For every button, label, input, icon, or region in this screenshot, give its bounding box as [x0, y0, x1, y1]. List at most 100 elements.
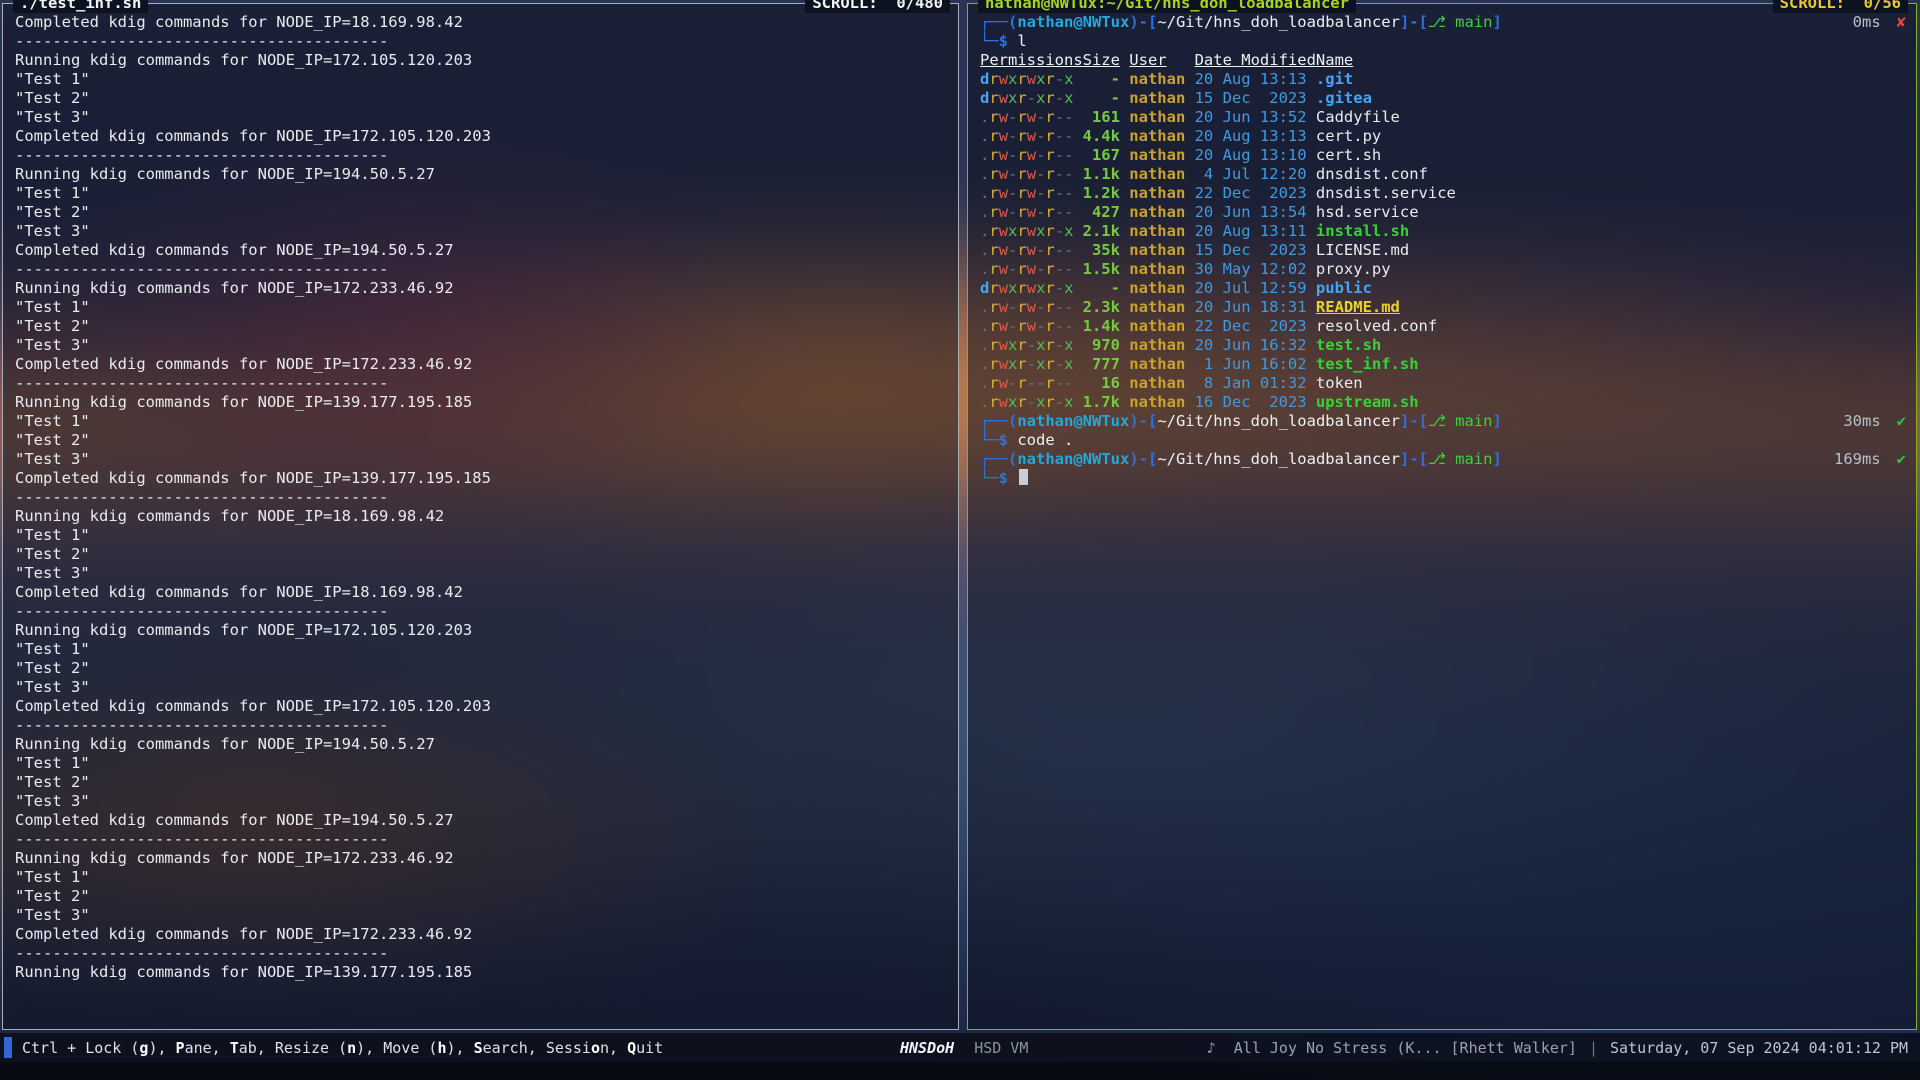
terminal-output-line: Completed kdig commands for NODE_IP=172.… — [15, 925, 948, 944]
terminal-output-line: "Test 1" — [15, 412, 948, 431]
bottom-strip — [0, 1062, 1920, 1080]
file-row: .rw-r--r--16nathan 8 Jan 01:32token — [980, 374, 1906, 393]
statusbar-accent-block — [4, 1037, 12, 1058]
terminal-output-line: "Test 1" — [15, 640, 948, 659]
terminal-output-line: Running kdig commands for NODE_IP=18.169… — [15, 507, 948, 526]
file-row: .rw-rw-r--1.1knathan 4 Jul 12:20dnsdist.… — [980, 165, 1906, 184]
pane-shell[interactable]: nathan@NWTux:~/Git/hns_doh_loadbalancer … — [967, 3, 1917, 1030]
terminal-output-line: Completed kdig commands for NODE_IP=18.1… — [15, 13, 948, 32]
terminal-output-line: "Test 1" — [15, 754, 948, 773]
prompt-header: ┌──(nathan@NWTux)-[~/Git/hns_doh_loadbal… — [980, 450, 1906, 469]
terminal-output-line: ---------------------------------------- — [15, 944, 948, 963]
terminal-output-line: "Test 2" — [15, 659, 948, 678]
clock: Saturday, 07 Sep 2024 04:01:12 PM — [1610, 1039, 1908, 1057]
terminal-output-line: "Test 2" — [15, 203, 948, 222]
status-bar: Ctrl + Lock (g), Pane, Tab, Resize (n), … — [0, 1033, 1920, 1062]
terminal-output-line: Running kdig commands for NODE_IP=172.23… — [15, 279, 948, 298]
scroll-indicator-left: SCROLL: 0/480 — [805, 0, 950, 13]
terminal-output-line: "Test 1" — [15, 184, 948, 203]
success-icon: ✔ — [1897, 450, 1906, 468]
pane-title-right: nathan@NWTux:~/Git/hns_doh_loadbalancer — [978, 0, 1356, 13]
listing-header-row: PermissionsSizeUserDate ModifiedName — [980, 51, 1906, 70]
terminal-output-line: ---------------------------------------- — [15, 374, 948, 393]
terminal-output-left[interactable]: Completed kdig commands for NODE_IP=18.1… — [15, 13, 948, 1023]
terminal-output-line: Completed kdig commands for NODE_IP=194.… — [15, 811, 948, 830]
terminal-output-line: "Test 3" — [15, 906, 948, 925]
terminal-output-line: ---------------------------------------- — [15, 32, 948, 51]
file-row: drwxrwxr-x-nathan20 Aug 13:13.git — [980, 70, 1906, 89]
success-icon: ✔ — [1897, 412, 1906, 430]
terminal-output-line: "Test 2" — [15, 89, 948, 108]
terminal-output-line: ---------------------------------------- — [15, 830, 948, 849]
file-row: .rwxrwxr-x2.1knathan20 Aug 13:11install.… — [980, 222, 1906, 241]
terminal-output-line: "Test 3" — [15, 108, 948, 127]
terminal-output-line: Completed kdig commands for NODE_IP=172.… — [15, 127, 948, 146]
command-duration: 0ms — [1853, 13, 1881, 31]
file-row: .rwxr-xr-x1.7knathan16 Dec 2023upstream.… — [980, 393, 1906, 412]
file-row: .rw-rw-r--1.5knathan30 May 12:02proxy.py — [980, 260, 1906, 279]
terminal-output-line: Running kdig commands for NODE_IP=139.17… — [15, 393, 948, 412]
file-row: .rw-rw-r--167nathan20 Aug 13:10cert.sh — [980, 146, 1906, 165]
terminal-output-line: Completed kdig commands for NODE_IP=194.… — [15, 241, 948, 260]
file-row: .rw-rw-r--1.4knathan22 Dec 2023resolved.… — [980, 317, 1906, 336]
prompt-command: └─$ code . — [980, 431, 1906, 450]
terminal-output-line: ---------------------------------------- — [15, 716, 948, 735]
terminal-output-line: Running kdig commands for NODE_IP=194.50… — [15, 165, 948, 184]
file-row: drwxrwxr-x-nathan20 Jul 12:59public — [980, 279, 1906, 298]
prompt-header: ┌──(nathan@NWTux)-[~/Git/hns_doh_loadbal… — [980, 13, 1906, 32]
terminal-output-line: "Test 2" — [15, 773, 948, 792]
statusbar-right: ♪ All Joy No Stress (K... [Rhett Walker]… — [1207, 1039, 1908, 1057]
terminal-output-line: Running kdig commands for NODE_IP=194.50… — [15, 735, 948, 754]
file-row: drwxr-xr-x-nathan15 Dec 2023.gitea — [980, 89, 1906, 108]
terminal-output-line: "Test 3" — [15, 222, 948, 241]
file-row: .rw-rw-r--161nathan20 Jun 13:52Caddyfile — [980, 108, 1906, 127]
file-row: .rw-rw-r--4.4knathan20 Aug 13:13cert.py — [980, 127, 1906, 146]
terminal-output-line: "Test 3" — [15, 336, 948, 355]
desktop: ./test_inf.sh SCROLL: 0/480 Completed kd… — [0, 0, 1920, 1080]
terminal-output-line: "Test 2" — [15, 545, 948, 564]
file-row: .rw-rw-r--2.3knathan20 Jun 18:31README.m… — [980, 298, 1906, 317]
terminal-output-line: Completed kdig commands for NODE_IP=172.… — [15, 697, 948, 716]
prompt-command: └─$ l — [980, 32, 1906, 51]
terminal-output-line: "Test 3" — [15, 792, 948, 811]
tab-hnsdoh[interactable]: HNSDoH — [900, 1039, 954, 1057]
terminal-output-line: "Test 2" — [15, 317, 948, 336]
file-row: .rwxr-xr-x970nathan20 Jun 16:32test.sh — [980, 336, 1906, 355]
tab-bar: HNSDoH HSD VM — [900, 1039, 1028, 1057]
terminal-output-line: Running kdig commands for NODE_IP=172.10… — [15, 621, 948, 640]
terminal-output-line: Completed kdig commands for NODE_IP=18.1… — [15, 583, 948, 602]
terminal-output-line: "Test 3" — [15, 450, 948, 469]
now-playing: ♪ All Joy No Stress (K... [Rhett Walker] — [1207, 1039, 1577, 1057]
text-cursor — [1019, 469, 1028, 485]
terminal-output-line: "Test 1" — [15, 526, 948, 545]
terminal-output-line: ---------------------------------------- — [15, 260, 948, 279]
pane-title-left: ./test_inf.sh — [13, 0, 148, 13]
terminal-output-line: Running kdig commands for NODE_IP=172.23… — [15, 849, 948, 868]
pane-test-inf-script[interactable]: ./test_inf.sh SCROLL: 0/480 Completed kd… — [2, 3, 959, 1030]
file-row: .rw-rw-r--427nathan20 Jun 13:54hsd.servi… — [980, 203, 1906, 222]
terminal-output-line: Running kdig commands for NODE_IP=139.17… — [15, 963, 948, 982]
prompt-header: ┌──(nathan@NWTux)-[~/Git/hns_doh_loadbal… — [980, 412, 1906, 431]
terminal-output-line: "Test 1" — [15, 298, 948, 317]
terminal-output-line: "Test 3" — [15, 564, 948, 583]
statusbar-separator: | — [1589, 1039, 1598, 1057]
terminal-output-line: "Test 3" — [15, 678, 948, 697]
failure-icon: ✘ — [1897, 13, 1906, 31]
file-listing: PermissionsSizeUserDate ModifiedNamedrwx… — [980, 51, 1906, 412]
terminal-output-line: "Test 2" — [15, 887, 948, 906]
file-row: .rwxr-xr-x777nathan 1 Jun 16:02test_inf.… — [980, 355, 1906, 374]
terminal-output-line: Running kdig commands for NODE_IP=172.10… — [15, 51, 948, 70]
command-duration: 169ms — [1834, 450, 1881, 468]
terminal-output-right[interactable]: ┌──(nathan@NWTux)-[~/Git/hns_doh_loadbal… — [980, 13, 1906, 1023]
tab-hsd-vm[interactable]: HSD VM — [974, 1039, 1028, 1057]
keybind-hints: Ctrl + Lock (g), Pane, Tab, Resize (n), … — [22, 1039, 663, 1057]
scroll-indicator-right: SCROLL: 0/56 — [1773, 0, 1908, 13]
terminal-output-line: ---------------------------------------- — [15, 602, 948, 621]
prompt-command[interactable]: └─$ — [980, 469, 1906, 488]
terminal-output-line: "Test 1" — [15, 70, 948, 89]
terminal-output-line: Completed kdig commands for NODE_IP=172.… — [15, 355, 948, 374]
file-row: .rw-rw-r--35knathan15 Dec 2023LICENSE.md — [980, 241, 1906, 260]
terminal-output-line: Completed kdig commands for NODE_IP=139.… — [15, 469, 948, 488]
command-duration: 30ms — [1843, 412, 1880, 430]
terminal-output-line: ---------------------------------------- — [15, 488, 948, 507]
